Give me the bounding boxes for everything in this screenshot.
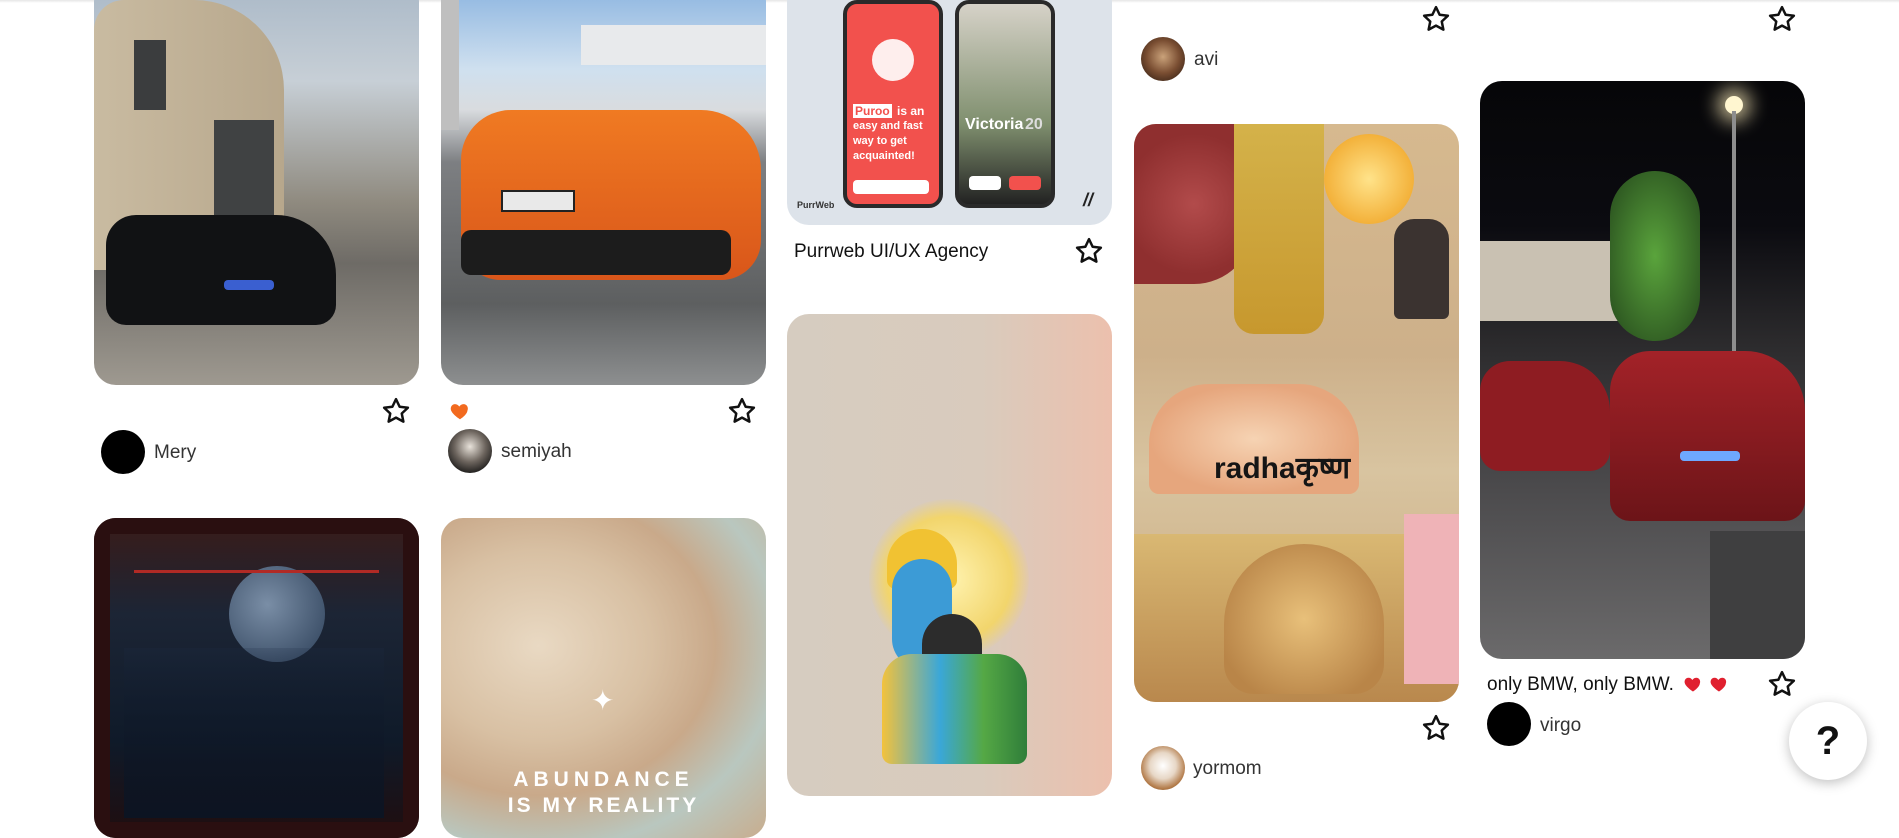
brand-logo-text: PurrWeb [797,200,835,210]
save-star-icon[interactable] [1767,4,1797,34]
pin-image-night-city-window[interactable] [94,518,419,838]
avatar[interactable] [101,430,145,474]
pin-username[interactable]: avi [1194,49,1218,71]
pin-image-abundance-swirl[interactable]: ✦ ABUNDANCE IS MY REALITY [441,518,766,838]
pin-username[interactable]: semiyah [501,441,572,463]
overlay-text: easy and fast [853,120,923,132]
pin-image-purrweb-phones[interactable]: Puroo is an easy and fast way to get acq… [787,0,1112,225]
red-heart-icon [1709,674,1729,694]
save-star-icon[interactable] [381,396,411,426]
avatar[interactable] [1141,746,1185,790]
overlay-text: acquainted! [853,150,915,162]
overlay-text: Victoria [965,116,1024,133]
pin-image-black-bmw-mansion[interactable] [94,0,419,385]
overlay-text: IS MY REALITY [507,794,700,817]
pin-image-radha-krishna-collage[interactable]: radhaकृष्ण [1134,124,1459,702]
phone-mockup: Puroo is an easy and fast way to get acq… [843,0,943,208]
overlay-text: radhaकृष्ण [1214,452,1351,485]
overlay-text: ABUNDANCE [513,768,694,791]
avatar[interactable] [1487,702,1531,746]
overlay-text: Puroo [853,104,892,118]
avatar[interactable] [448,429,492,473]
save-star-icon[interactable] [1767,669,1797,699]
red-heart-icon [1683,674,1703,694]
save-star-icon[interactable] [1421,4,1451,34]
pin-username[interactable]: virgo [1540,715,1581,737]
overlay-text: 20 [1025,116,1043,133]
reaction-heart-icon [449,400,471,422]
save-star-icon[interactable] [727,396,757,426]
pin-image-red-bmw-night[interactable] [1480,81,1805,659]
save-star-icon[interactable] [1074,236,1104,266]
pin-username[interactable]: yormom [1193,758,1262,780]
brand-mark: // [1083,190,1094,210]
overlay-text: is an [897,104,925,118]
pin-image-krishna-hug[interactable] [787,314,1112,796]
overlay-text: way to get [853,135,907,147]
pin-username[interactable]: Mery [154,442,196,464]
pin-image-orange-bmw[interactable] [441,0,766,385]
pin-title[interactable]: Purrweb UI/UX Agency [794,241,988,263]
avatar[interactable] [1141,37,1185,81]
save-star-icon[interactable] [1421,713,1451,743]
phone-mockup: Victoria 20 [955,0,1055,208]
help-button[interactable]: ? [1789,702,1867,780]
pin-title[interactable]: only BMW, only BMW. [1487,674,1674,696]
